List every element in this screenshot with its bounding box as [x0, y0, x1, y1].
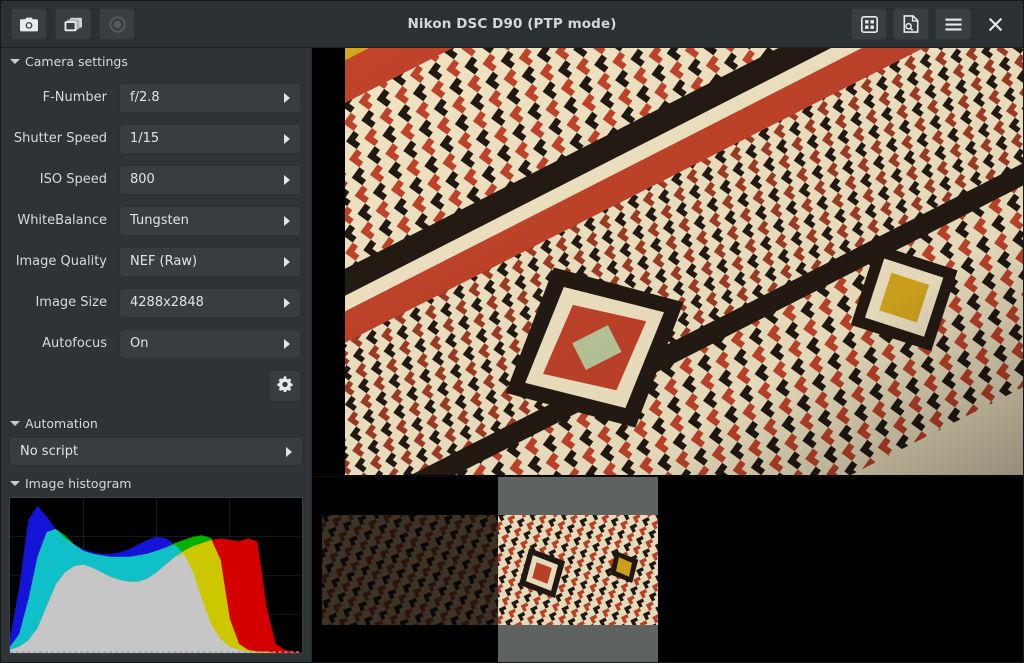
setting-row-image-quality: Image Quality NEF (Raw): [11, 241, 301, 282]
file-view-button[interactable]: [893, 8, 929, 40]
thumbnail-1[interactable]: [322, 477, 498, 662]
main-preview-image[interactable]: [345, 48, 1023, 476]
camera-settings-title: Camera settings: [25, 54, 128, 69]
image-size-dropdown[interactable]: 4288x2848: [119, 287, 301, 318]
autofocus-value: On: [130, 336, 149, 351]
script-value: No script: [20, 444, 79, 459]
gear-icon: [277, 376, 293, 396]
f-number-dropdown[interactable]: f/2.8: [119, 82, 301, 113]
setting-row-shutter-speed: Shutter Speed 1/15: [11, 118, 301, 159]
preview-photo-render: [345, 48, 1023, 476]
histogram-chart: [9, 497, 303, 654]
shutter-speed-value: 1/15: [130, 131, 160, 146]
f-number-label: F-Number: [42, 90, 107, 105]
chevron-down-icon: [10, 421, 20, 426]
window-body: Camera settings F-Number f/2.8 Shutter S…: [1, 48, 1023, 662]
image-quality-dropdown[interactable]: NEF (Raw): [119, 246, 301, 277]
setting-row-image-size: Image Size 4288x2848: [11, 282, 301, 323]
autofocus-dropdown[interactable]: On: [119, 328, 301, 359]
script-dropdown[interactable]: No script: [9, 437, 303, 466]
chevron-right-icon: [284, 256, 290, 267]
white-balance-label: WhiteBalance: [17, 213, 107, 228]
image-size-value: 4288x2848: [130, 295, 204, 310]
thumbnail-2[interactable]: [498, 477, 658, 662]
filmstrip: [312, 476, 1023, 662]
shutter-speed-dropdown[interactable]: 1/15: [119, 123, 301, 154]
setting-row-iso-speed: ISO Speed 800: [11, 159, 301, 200]
histogram-panel: [1, 497, 311, 662]
multi-frame-icon: [64, 17, 83, 32]
application-window: Nikon DSC D90 (PTP mode) Camera settings…: [0, 0, 1024, 663]
white-balance-dropdown[interactable]: Tungsten: [119, 205, 301, 236]
f-number-value: f/2.8: [130, 90, 160, 105]
camera-settings-section-header[interactable]: Camera settings: [1, 48, 311, 75]
histogram-plot: [10, 498, 302, 653]
shutter-speed-label: Shutter Speed: [13, 131, 107, 146]
automation-title: Automation: [25, 416, 98, 431]
close-button[interactable]: [977, 8, 1013, 40]
sidebar: Camera settings F-Number f/2.8 Shutter S…: [1, 48, 312, 662]
white-balance-value: Tungsten: [130, 213, 189, 228]
settings-button-row: [1, 364, 311, 410]
chevron-right-icon: [284, 215, 290, 226]
chevron-right-icon: [284, 297, 290, 308]
chevron-right-icon: [286, 446, 292, 457]
chevron-right-icon: [284, 174, 290, 185]
chevron-down-icon: [10, 481, 20, 486]
automation-section-header[interactable]: Automation: [1, 410, 311, 437]
histogram-section-header[interactable]: Image histogram: [1, 470, 311, 497]
title-bar: Nikon DSC D90 (PTP mode): [1, 1, 1023, 48]
setting-row-white-balance: WhiteBalance Tungsten: [11, 200, 301, 241]
grid-icon: [860, 15, 878, 33]
content-area: [312, 48, 1023, 662]
chevron-down-icon: [10, 59, 20, 64]
close-icon: [988, 17, 1003, 32]
record-icon: [108, 15, 126, 33]
autofocus-label: Autofocus: [42, 336, 107, 351]
menu-button[interactable]: [935, 8, 971, 40]
burst-button[interactable]: [55, 8, 91, 40]
camera-settings-config-button[interactable]: [269, 370, 301, 402]
iso-speed-value: 800: [130, 172, 155, 187]
image-quality-label: Image Quality: [15, 254, 107, 269]
toolbar-right: [851, 8, 1013, 40]
camera-settings-list: F-Number f/2.8 Shutter Speed 1/15 ISO Sp…: [1, 75, 311, 364]
setting-row-autofocus: Autofocus On: [11, 323, 301, 364]
camera-icon: [20, 17, 38, 32]
histogram-title: Image histogram: [25, 476, 132, 491]
capture-button[interactable]: [11, 8, 47, 40]
grid-view-button[interactable]: [851, 8, 887, 40]
automation-body: No script: [1, 437, 311, 470]
chevron-right-icon: [284, 92, 290, 103]
setting-row-f-number: F-Number f/2.8: [11, 77, 301, 118]
hamburger-icon: [945, 18, 962, 31]
liveview-button[interactable]: [99, 8, 135, 40]
thumbnail-1-image: [322, 514, 498, 625]
document-icon: [903, 15, 919, 33]
image-quality-value: NEF (Raw): [130, 254, 198, 269]
toolbar-left: [11, 8, 135, 40]
iso-speed-dropdown[interactable]: 800: [119, 164, 301, 195]
preview-pane: [312, 48, 1023, 476]
chevron-right-icon: [284, 338, 290, 349]
iso-speed-label: ISO Speed: [39, 172, 107, 187]
image-size-label: Image Size: [35, 295, 107, 310]
thumbnail-2-image: [498, 514, 658, 625]
chevron-right-icon: [284, 133, 290, 144]
